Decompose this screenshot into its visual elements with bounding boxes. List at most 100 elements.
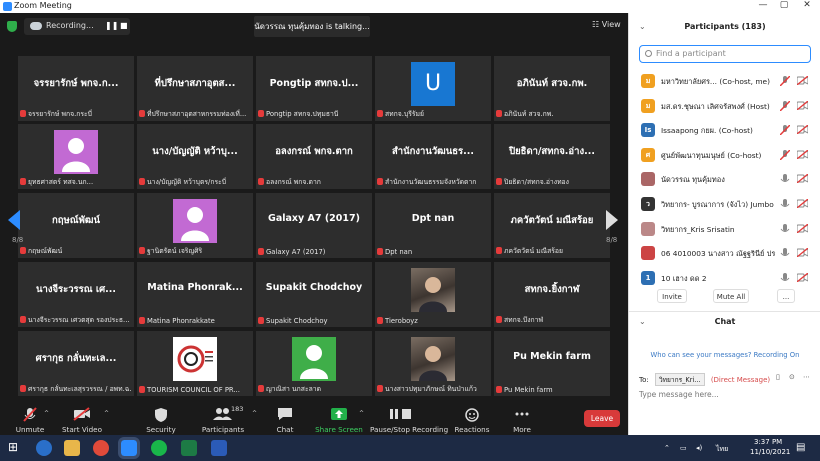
encryption-shield-icon[interactable]	[7, 21, 17, 32]
participant-row[interactable]: นัดวรรณ ทุนคุ้มทอง	[629, 167, 815, 192]
leave-button[interactable]: Leave	[584, 410, 620, 427]
participants-caret-icon[interactable]: ^	[252, 410, 257, 417]
participant-video-icon	[796, 272, 809, 283]
participant-row[interactable]: ว วิทยากร- บูรณาการ (จังไว) Jumbo ...	[629, 192, 815, 217]
mic-muted-icon	[377, 178, 383, 185]
video-tile[interactable]: ยุทธศาสตร์ ทสจ.นก...	[18, 124, 134, 189]
pause-recording-icon[interactable]: ❚❚	[105, 21, 118, 30]
clock-date[interactable]: 11/10/2021	[750, 448, 790, 456]
pause-stop-recording-button[interactable]: Pause/Stop Recording	[370, 404, 448, 434]
word-icon[interactable]	[211, 440, 227, 456]
clock-time[interactable]: 3:37 PM	[754, 438, 782, 446]
video-tile[interactable]: นางจีระวรรณ เศ... นางจีระวรรณ เศวตสุด รอง…	[18, 262, 134, 327]
video-tile[interactable]: ญาณิสา นกสะลาด	[256, 331, 372, 396]
maximize-button[interactable]: ▢	[775, 0, 793, 10]
line-icon[interactable]	[151, 440, 167, 456]
windows-start-icon[interactable]: ⊞	[8, 440, 24, 456]
recipient-dropdown[interactable]: วิทยากร_Kri...	[654, 373, 705, 386]
participants-button[interactable]: 183 Participants	[193, 404, 253, 434]
participant-video-feed	[411, 268, 455, 312]
more-button[interactable]: More	[492, 404, 552, 434]
more-icon	[492, 404, 552, 422]
more-participants-button[interactable]: ...	[777, 289, 795, 303]
video-tile[interactable]: Tieroboyz	[375, 262, 491, 327]
video-tile[interactable]: สำนักงานวัฒนธร... สำนักงานวัฒนธรรมจังหวัด…	[375, 124, 491, 189]
notifications-icon[interactable]: ▤	[796, 442, 805, 453]
edge-icon[interactable]	[36, 440, 52, 456]
tile-label-text: Matina Phonrakkate	[147, 317, 215, 325]
video-tile[interactable]: Pu Mekin farm Pu Mekin farm	[494, 331, 610, 396]
view-button[interactable]: ☷ View	[592, 20, 621, 29]
security-button[interactable]: Security	[131, 404, 191, 434]
next-page-icon[interactable]	[606, 210, 618, 230]
video-tile[interactable]: นางสาวปทุมาภักษณ์ ทินป่าแก้ว	[375, 331, 491, 396]
participant-row[interactable]: 1 10 เฮาง ดด 2	[629, 266, 815, 291]
video-tile[interactable]: U สทกจ.บุรีรัมย์	[375, 56, 491, 121]
tray-arrow-icon[interactable]: ⌃	[664, 444, 670, 452]
more-options-icon[interactable]: ⊙	[789, 373, 795, 381]
participant-row[interactable]: 06 4010003 นางสาว ณัฐฐรินีย์ ประ...	[629, 241, 815, 266]
video-tile[interactable]: ที่ปรึกษาสภาอุตส... ที่ปรึกษาสภาอุตสาหกรร…	[137, 56, 253, 121]
language-indicator[interactable]: ไทย	[716, 444, 728, 455]
video-tile[interactable]: ภควัตวัตน์ มณีสร้อย ภควัตวัตน์ มณีสร้อย	[494, 193, 610, 258]
video-tile[interactable]: Dpt nan Dpt nan	[375, 193, 491, 258]
chat-button[interactable]: Chat	[255, 404, 315, 434]
participant-row[interactable]: ม มหาวิทยาลัยศร... (Co-host, me)	[629, 69, 815, 94]
unmute-button[interactable]: Unmute	[0, 404, 60, 434]
excel-icon[interactable]	[181, 440, 197, 456]
mic-muted-icon	[139, 317, 145, 324]
mic-muted-icon	[20, 316, 26, 323]
collapse-chevron-icon[interactable]: ⌄	[639, 13, 646, 41]
video-options-caret-icon[interactable]: ^	[104, 410, 109, 417]
chrome-icon[interactable]	[93, 440, 109, 456]
zoom-taskbar-icon[interactable]	[118, 437, 140, 459]
invite-button[interactable]: Invite	[657, 289, 687, 303]
ellipsis-icon[interactable]: ⋯	[803, 373, 810, 381]
video-tile[interactable]: ปิยธิดา/สทกจ.อ่าง... ปิยธิดา/สทกจ.อ่างทอง	[494, 124, 610, 189]
video-tile[interactable]: สทกจ.ยิ้งกาฬ สทกจ.บึงกาฬ	[494, 262, 610, 327]
video-tile[interactable]: จรรยารักษ์ พกจ.ก... จรรยารักษ์ พกจ.กระบี่	[18, 56, 134, 121]
video-tile[interactable]: ฐานิตรัตน์ เจริญศิริ	[137, 193, 253, 258]
video-tile[interactable]: อภินันท์ สวจ.กพ. อภินันท์ สวจ.กพ.	[494, 56, 610, 121]
close-window-button[interactable]: ✕	[798, 0, 816, 10]
mic-muted-icon	[258, 385, 264, 392]
video-tile[interactable]: Matina Phonrak... Matina Phonrakkate	[137, 262, 253, 327]
participant-row[interactable]: Is Issaapong กยผ. (Co-host)	[629, 118, 815, 143]
participant-name: Issaapong กยผ. (Co-host)	[661, 126, 753, 136]
stop-recording-icon[interactable]: ■	[120, 21, 128, 30]
start-video-button[interactable]: Start Video	[52, 404, 112, 434]
video-tile[interactable]: Galaxy A7 (2017) Galaxy A7 (2017)	[256, 193, 372, 258]
video-tile[interactable]: Supakit Chodchoy Supakit Chodchoy	[256, 262, 372, 327]
video-tile[interactable]: นาง/บัญญัติ หว้าบุ... นาง/บัญญัติ หว้าบุต…	[137, 124, 253, 189]
network-icon[interactable]: ▭	[680, 444, 687, 452]
participant-mic-icon	[780, 248, 790, 258]
minimize-button[interactable]: —	[754, 0, 772, 10]
page-indicator-right: 8/8	[606, 236, 618, 244]
participant-row[interactable]: ม มส.ดร.ชุษณา เลิศจรัสพงศ์ (Host)	[629, 94, 815, 119]
mute-all-button[interactable]: Mute All	[713, 289, 749, 303]
tile-name-label: สทกจ.บุรีรัมย์	[377, 108, 424, 119]
video-tile[interactable]: ศรากุธ กลั่นทะเล... ศรากุธ กลั่นทะเลสุรวร…	[18, 331, 134, 396]
tile-name-label: อลงกรณ์ พกจ.ตาก	[258, 176, 321, 187]
file-icon[interactable]: ▯	[776, 373, 780, 381]
participant-search-input[interactable]: Find a participant	[639, 45, 811, 63]
default-avatar-icon	[54, 130, 98, 174]
collapse-chat-icon[interactable]: ⌄	[639, 312, 646, 332]
file-explorer-icon[interactable]	[64, 440, 80, 456]
participant-row[interactable]: ศ ศูนย์พัฒนาทุนมนุษย์ (Co-host)	[629, 143, 815, 168]
default-avatar-icon	[292, 337, 336, 381]
video-tile[interactable]: อลงกรณ์ พกจ.ตาก อลงกรณ์ พกจ.ตาก	[256, 124, 372, 189]
video-tile[interactable]: Pongtip สทกจ.ป... Pongtip สทกจ.ปทุมธานี	[256, 56, 372, 121]
tile-label-text: Pu Mekin farm	[504, 386, 553, 394]
chat-privacy-notice[interactable]: Who can see your messages? Recording On	[629, 351, 820, 359]
audio-options-caret-icon[interactable]: ^	[44, 410, 49, 417]
participant-row[interactable]: วิทยากร_Kris Srisatin	[629, 217, 815, 242]
tile-display-name: ศรากุธ กลั่นทะเล...	[35, 353, 117, 364]
share-options-caret-icon[interactable]: ^	[359, 410, 364, 417]
prev-page-icon[interactable]	[8, 210, 20, 230]
volume-icon[interactable]: ◂)	[696, 444, 702, 452]
chat-input[interactable]: Type message here...	[639, 390, 719, 399]
participants-icon: 183	[193, 404, 253, 422]
video-tile[interactable]: TOURISM COUNCIL OF PR...	[137, 331, 253, 396]
video-tile[interactable]: กฤษณ์พัฒน์ กฤษณ์พัฒน์	[18, 193, 134, 258]
